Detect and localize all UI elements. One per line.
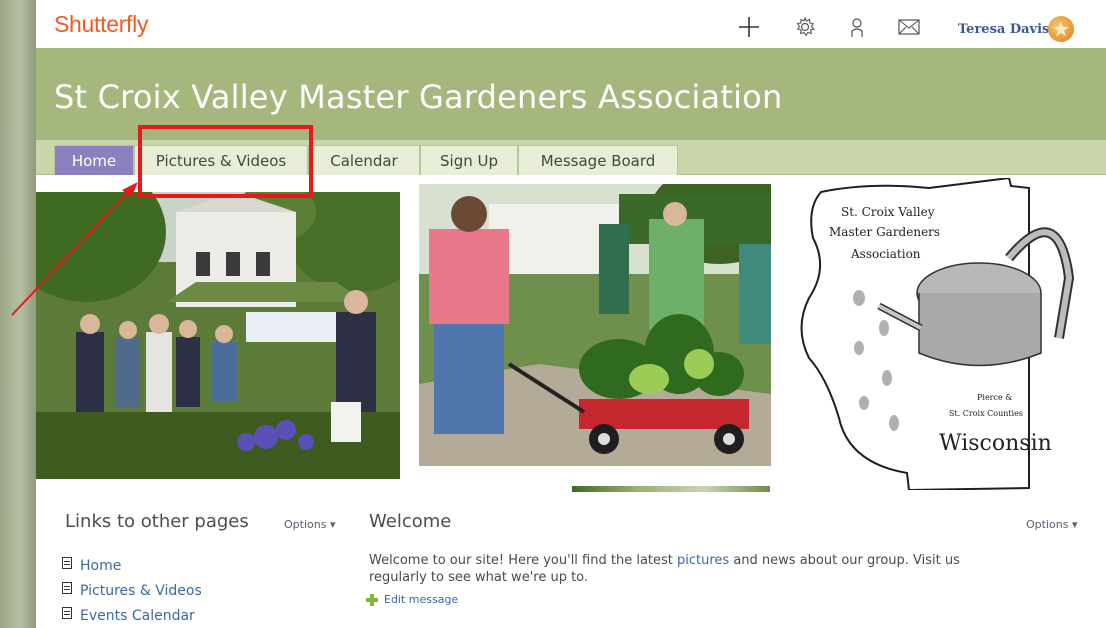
nav-message-board[interactable]: Message Board: [518, 145, 678, 175]
welcome-text-part1: Welcome to our site! Here you'll find th…: [369, 553, 678, 568]
link-pictures-videos[interactable]: Pictures & Videos: [62, 578, 202, 603]
top-bar: Shutterfly Teresa Davis: [36, 0, 1106, 48]
links-options-dropdown[interactable]: Options ▾: [284, 518, 335, 531]
shutterfly-logo[interactable]: Shutterfly: [54, 11, 148, 38]
edit-message-button[interactable]: Edit message: [366, 593, 458, 606]
person-icon[interactable]: [844, 14, 870, 40]
site-nav: Home Pictures & Videos Calendar Sign Up …: [36, 140, 1106, 175]
link-pictures-videos-label[interactable]: Pictures & Videos: [80, 583, 202, 599]
plus-icon[interactable]: [736, 14, 762, 40]
welcome-title: Welcome: [369, 511, 452, 532]
link-home[interactable]: Home: [62, 553, 202, 578]
nav-pictures-videos[interactable]: Pictures & Videos: [134, 145, 308, 175]
photo-strip: [572, 486, 770, 492]
page-background: [0, 0, 36, 628]
page-icon: [62, 606, 72, 619]
logo-county2: St. Croix Counties: [949, 409, 1023, 418]
logo-line1: St. Croix Valley: [841, 205, 935, 219]
plant-wagon-photo[interactable]: [419, 184, 771, 466]
association-logo-art[interactable]: St. Croix Valley Master Gardeners Associ…: [789, 178, 1085, 490]
links-list: Home Pictures & Videos Events Calendar: [62, 553, 202, 628]
logo-line3: Association: [850, 247, 921, 261]
page-icon: [62, 556, 72, 569]
user-name[interactable]: Teresa Davis: [958, 22, 1049, 37]
envelope-icon[interactable]: [896, 14, 922, 40]
garden-event-photo[interactable]: [36, 192, 400, 479]
user-avatar[interactable]: [1048, 16, 1074, 42]
page-icon: [62, 581, 72, 594]
link-home-label[interactable]: Home: [80, 558, 121, 574]
nav-sign-up[interactable]: Sign Up: [420, 145, 518, 175]
nav-home[interactable]: Home: [54, 145, 134, 175]
site-title: St Croix Valley Master Gardeners Associa…: [54, 78, 783, 116]
nav-calendar[interactable]: Calendar: [308, 145, 420, 175]
welcome-options-dropdown[interactable]: Options ▾: [1026, 518, 1077, 531]
welcome-message: Welcome to our site! Here you'll find th…: [369, 552, 1069, 586]
logo-county1: Pierce &: [977, 393, 1012, 402]
links-section-title: Links to other pages: [65, 511, 249, 532]
gear-icon[interactable]: [792, 14, 818, 40]
welcome-text-part2: and news about our group. Visit us: [729, 553, 960, 568]
logo-state: Wisconsin: [939, 431, 1052, 456]
link-events-calendar-label[interactable]: Events Calendar: [80, 608, 195, 624]
site-banner: St Croix Valley Master Gardeners Associa…: [36, 48, 1106, 140]
link-events-calendar[interactable]: Events Calendar: [62, 603, 202, 628]
edit-message-label[interactable]: Edit message: [384, 593, 458, 606]
add-icon: [366, 593, 378, 606]
pictures-link[interactable]: pictures: [677, 553, 729, 568]
logo-line2: Master Gardeners: [829, 225, 940, 239]
site-page: Shutterfly Teresa Davis St Croix Valley …: [36, 0, 1106, 628]
welcome-text-line2: regularly to see what we're up to.: [369, 570, 589, 585]
